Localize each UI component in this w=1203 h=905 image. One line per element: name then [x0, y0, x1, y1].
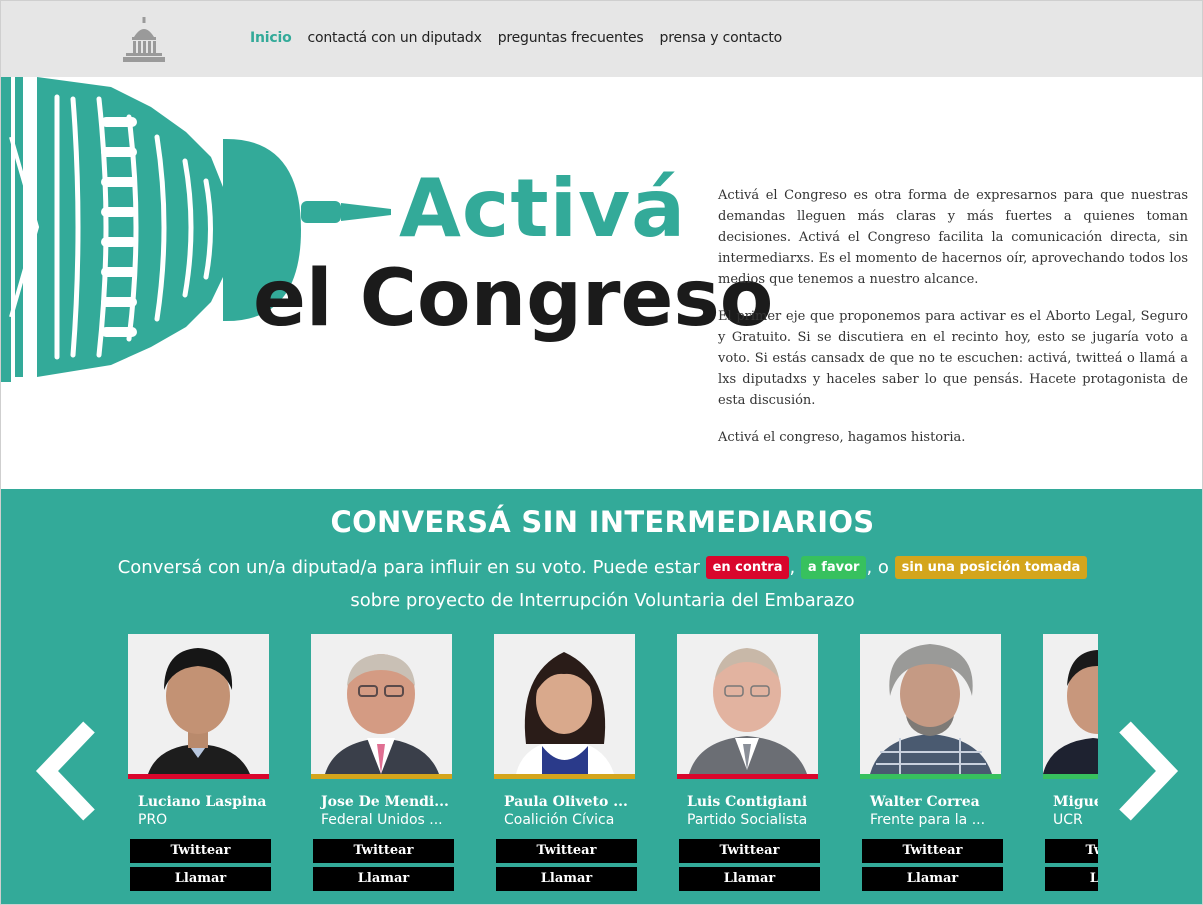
- call-button[interactable]: Llamar: [496, 867, 637, 891]
- deputy-party: PRO: [138, 812, 168, 828]
- stance-indicator: [860, 774, 1001, 779]
- call-button[interactable]: Llamar: [679, 867, 820, 891]
- deputy-card: Walter Correa Frente para la ... Twittea…: [860, 634, 1005, 891]
- twitter-button[interactable]: Twittear: [130, 839, 271, 863]
- twitter-button[interactable]: Twittear: [1045, 839, 1098, 863]
- twitter-button[interactable]: Twittear: [313, 839, 454, 863]
- subtitle-sep: ,: [789, 557, 801, 578]
- twitter-button[interactable]: Twittear: [496, 839, 637, 863]
- subtitle-sep: , o: [866, 557, 895, 578]
- call-button[interactable]: Llamar: [130, 867, 271, 891]
- brand-title-line1: Activá: [399, 162, 687, 255]
- stance-badge-undecided: sin una posición tomada: [894, 556, 1088, 579]
- brand-title-line2: el Congreso: [253, 254, 774, 344]
- nav-link-press-contact[interactable]: prensa y contacto: [660, 30, 783, 46]
- page-frame: Inicio contactá con un diputadx pregunta…: [0, 0, 1203, 905]
- call-button[interactable]: Llamar: [862, 867, 1003, 891]
- twitter-button[interactable]: Twittear: [862, 839, 1003, 863]
- nav-link-faq[interactable]: preguntas frecuentes: [498, 30, 644, 46]
- nav-link-inicio[interactable]: Inicio: [250, 30, 292, 46]
- call-button[interactable]: Llamar: [1045, 867, 1098, 891]
- subtitle-text: Conversá con un/a diputad/a para influir…: [117, 557, 706, 578]
- stance-indicator: [677, 774, 818, 779]
- deputies-carousel: Luciano Laspina PRO Twittear Llamar Jose…: [128, 634, 1098, 904]
- nav-links: Inicio contactá con un diputadx pregunta…: [250, 30, 782, 46]
- stance-indicator: [311, 774, 452, 779]
- stance-badge-favor: a favor: [800, 556, 867, 579]
- deputy-name: Miguel: [1053, 794, 1098, 810]
- deputy-party: Partido Socialista: [687, 812, 808, 828]
- capitol-dome-icon[interactable]: [122, 15, 166, 65]
- deputy-name: Paula Oliveto ...: [504, 794, 628, 810]
- deputy-name: Luis Contigiani: [687, 794, 808, 810]
- chevron-right-icon[interactable]: [1113, 721, 1181, 821]
- deputy-card: Miguel UCR Twittear Llamar: [1043, 634, 1098, 891]
- nav-link-contact-deputy[interactable]: contactá con un diputadx: [308, 30, 482, 46]
- stance-indicator: [1043, 774, 1098, 779]
- deputy-party: UCR: [1053, 812, 1083, 828]
- hero-paragraph: Activá el congreso, hagamos historia.: [718, 430, 966, 445]
- hero-description: Activá el Congreso es otra forma de expr…: [718, 185, 1188, 464]
- deputy-photo: [311, 634, 452, 774]
- deputy-photo: [1043, 634, 1098, 774]
- deputy-card: Luis Contigiani Partido Socialista Twitt…: [677, 634, 822, 891]
- section-subtitle: Conversá con un/a diputad/a para influir…: [101, 551, 1104, 617]
- deputy-name: Walter Correa: [870, 794, 980, 810]
- subtitle-text: sobre proyecto de Interrupción Voluntari…: [350, 590, 855, 611]
- call-button[interactable]: Llamar: [313, 867, 454, 891]
- stance-badge-against: en contra: [705, 556, 790, 579]
- hero-paragraph: El primer eje que proponemos para activa…: [718, 309, 1188, 408]
- deputy-party: Frente para la ...: [870, 812, 986, 828]
- deputy-name: Jose De Mendi...: [321, 794, 449, 810]
- deputy-photo: [494, 634, 635, 774]
- chevron-left-icon[interactable]: [33, 721, 101, 821]
- hero-paragraph: Activá el Congreso es otra forma de expr…: [718, 188, 1188, 287]
- deputy-photo: [128, 634, 269, 774]
- deputy-card: Paula Oliveto ... Coalición Cívica Twitt…: [494, 634, 639, 891]
- deputy-photo: [860, 634, 1001, 774]
- deputy-card: Luciano Laspina PRO Twittear Llamar: [128, 634, 273, 891]
- deputy-photo: [677, 634, 818, 774]
- twitter-button[interactable]: Twittear: [679, 839, 820, 863]
- stance-indicator: [128, 774, 269, 779]
- section-title: CONVERSÁ SIN INTERMEDIARIOS: [330, 505, 875, 539]
- deputies-section: CONVERSÁ SIN INTERMEDIARIOS Conversá con…: [1, 489, 1202, 904]
- stance-indicator: [494, 774, 635, 779]
- deputy-party: Coalición Cívica: [504, 812, 615, 828]
- top-nav: Inicio contactá con un diputadx pregunta…: [1, 1, 1202, 77]
- deputy-card: Jose De Mendi... Federal Unidos ... Twit…: [311, 634, 456, 891]
- deputy-party: Federal Unidos ...: [321, 812, 443, 828]
- deputy-name: Luciano Laspina: [138, 794, 267, 810]
- hero-section: Activá el Congreso Activá el Congreso es…: [1, 77, 1202, 489]
